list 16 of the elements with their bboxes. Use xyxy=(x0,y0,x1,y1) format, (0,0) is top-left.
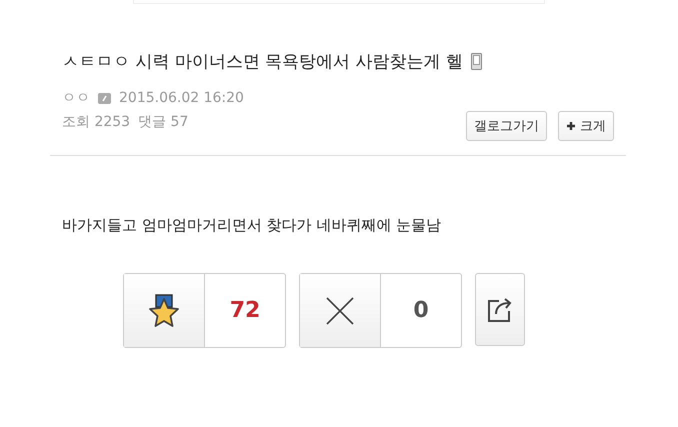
post-date: 2015.06.02 16:20 xyxy=(119,90,244,106)
author-name: ㅇㅇ xyxy=(62,89,90,107)
plus-icon xyxy=(566,121,576,131)
gallog-button[interactable]: 갤로그가기 xyxy=(466,111,547,141)
close-icon xyxy=(325,296,355,326)
post-body: 바가지들고 엄마엄마거리면서 찾다가 네바퀴째에 눈물남 xyxy=(62,216,442,235)
share-button[interactable] xyxy=(475,273,525,346)
level-badge-icon xyxy=(98,92,111,104)
view-count: 조회 2253 xyxy=(62,113,130,131)
post-title: ㅅㅌㅁㅇ 시력 마이너스면 목욕탕에서 사람찾는게 헬 xyxy=(62,51,464,73)
enlarge-button[interactable]: 크게 xyxy=(558,111,614,141)
dislike-button[interactable]: 0 xyxy=(299,273,462,348)
recommend-button[interactable]: 72 xyxy=(123,273,286,348)
share-icon xyxy=(487,296,513,322)
comment-count: 댓글 57 xyxy=(138,113,188,131)
phone-icon xyxy=(471,53,482,70)
